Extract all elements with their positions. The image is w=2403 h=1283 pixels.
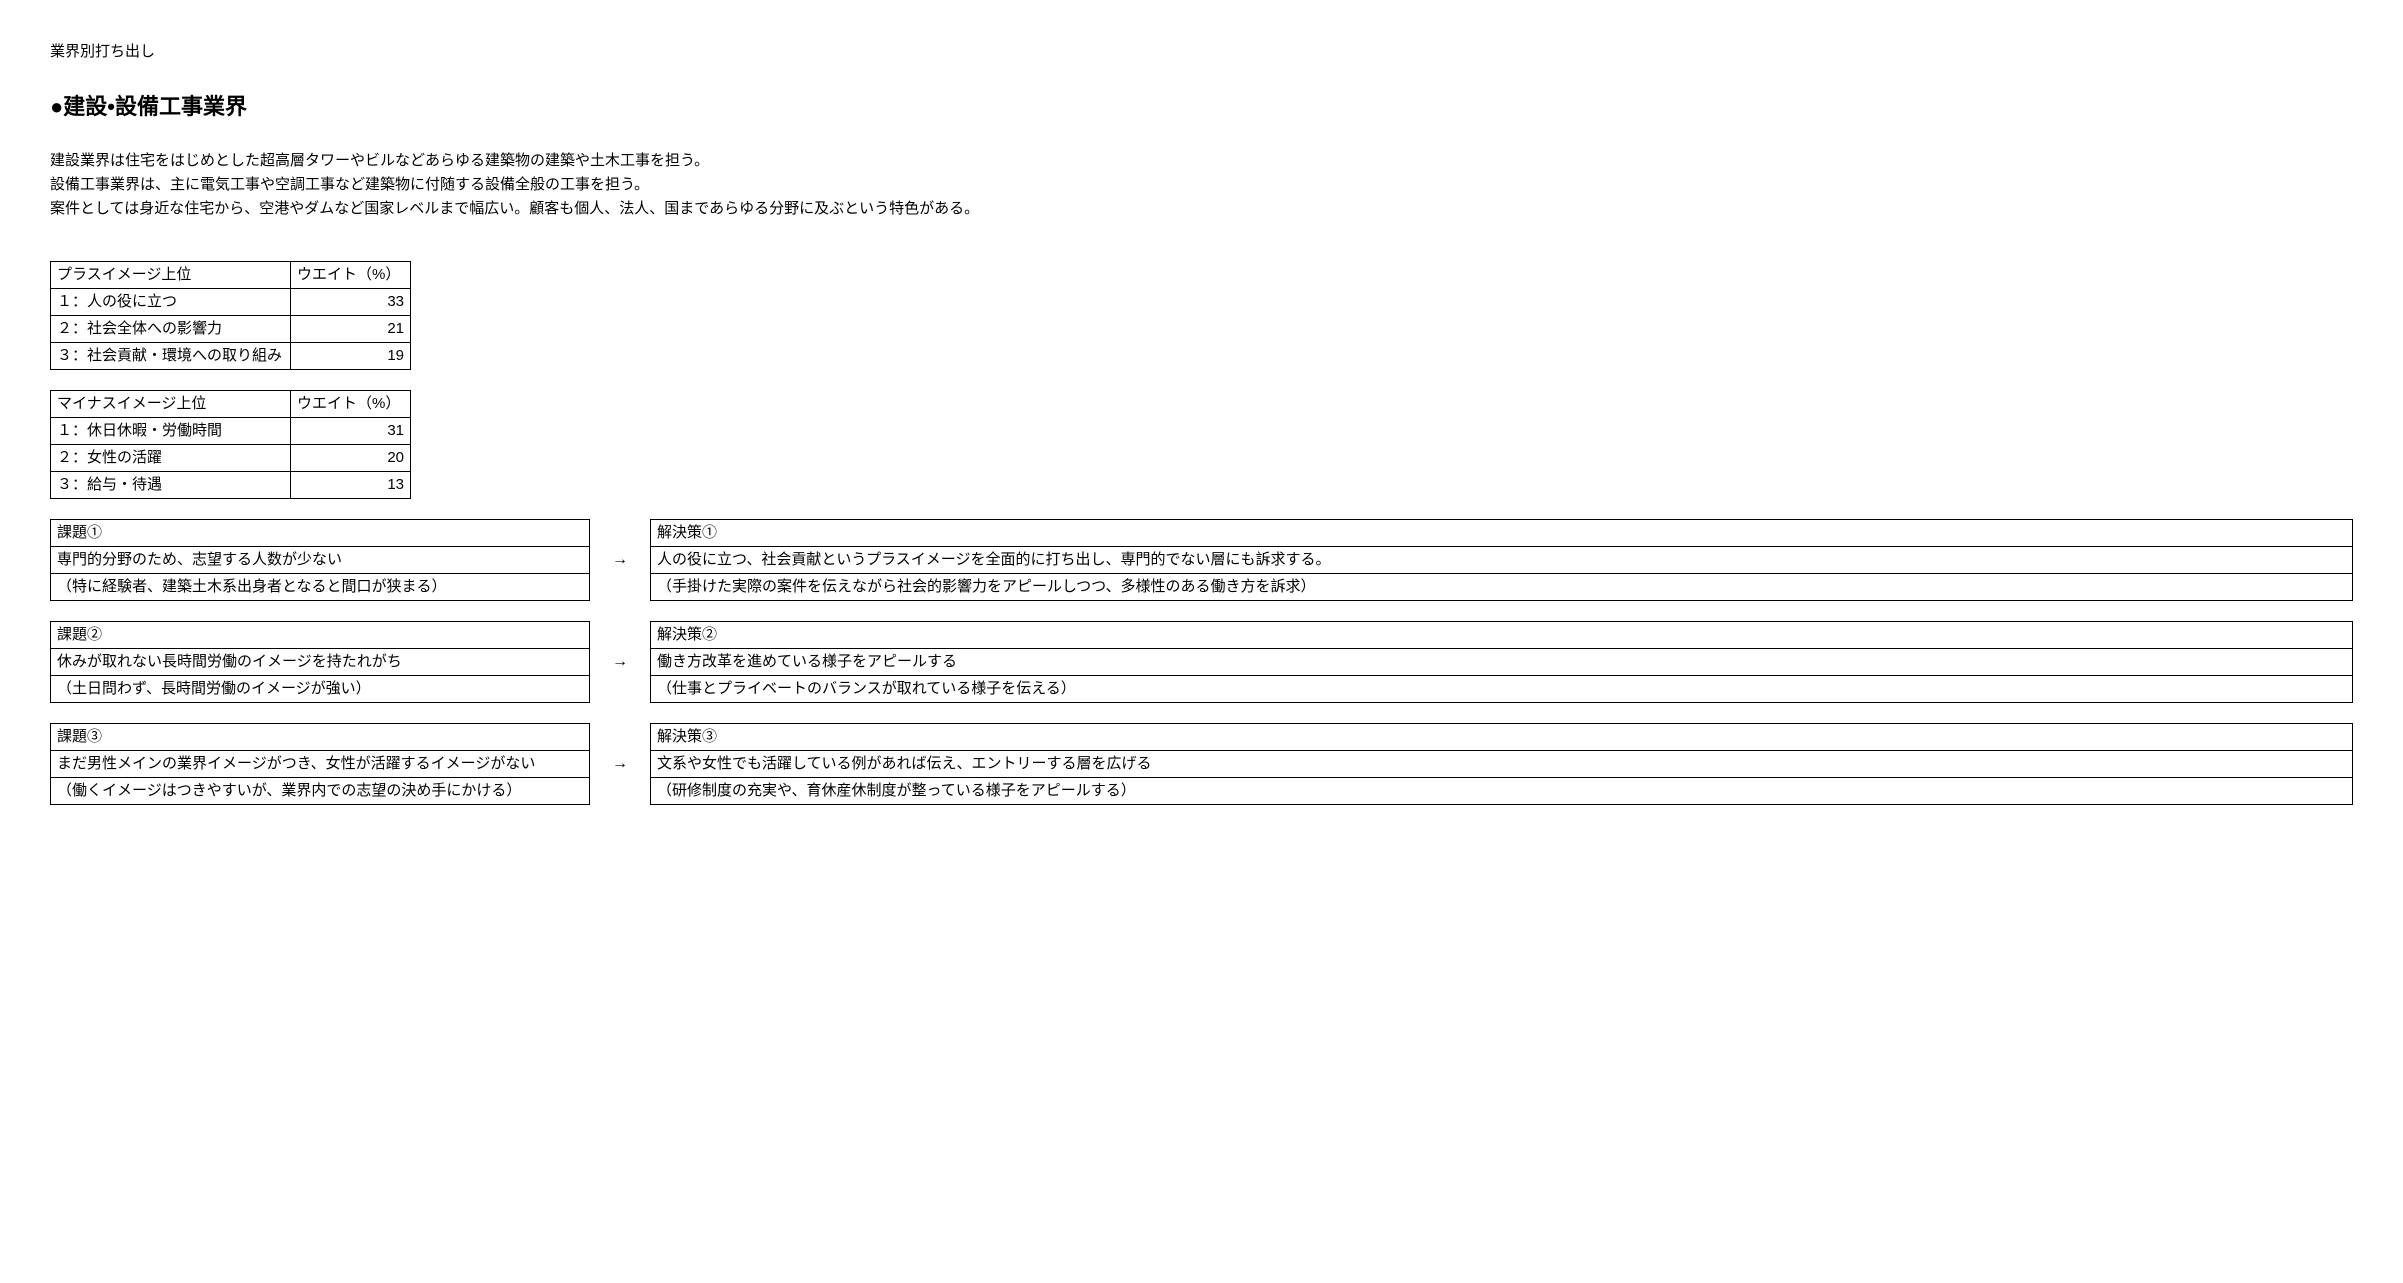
intro-line: 設備工事業界は、主に電気工事や空調工事など建築物に付随する設備全般の工事を担う。 (50, 173, 2353, 197)
issue-line: （土日問わず、長時間労働のイメージが強い） (51, 675, 589, 702)
table-row: ３：社会貢献・環境への取り組み 19 (51, 343, 411, 370)
issues-block: 課題① 専門的分野のため、志望する人数が少ない （特に経験者、建築土木系出身者と… (50, 519, 2353, 805)
issue-box: 課題② 休みが取れない長時間労働のイメージを持たれがち （土日問わず、長時間労働… (50, 621, 590, 703)
solution-box: 解決策② 働き方改革を進めている様子をアピールする （仕事とプライベートのバラン… (650, 621, 2353, 703)
table-cell-weight: 19 (291, 343, 411, 370)
solution-line: （仕事とプライベートのバランスが取れている様子を伝える） (651, 675, 2352, 702)
issue-title: 課題② (51, 622, 589, 648)
table-row: ２：社会全体への影響力 21 (51, 316, 411, 343)
issue-line: 休みが取れない長時間労働のイメージを持たれがち (51, 648, 589, 675)
section-heading: ●建設•設備工事業界 (50, 89, 2353, 124)
issue-box: 課題① 専門的分野のため、志望する人数が少ない （特に経験者、建築土木系出身者と… (50, 519, 590, 601)
table-cell-label: ２：女性の活躍 (51, 445, 291, 472)
table-cell-label: ３：社会貢献・環境への取り組み (51, 343, 291, 370)
intro-line: 案件としては身近な住宅から、空港やダムなど国家レベルまで幅広い。顧客も個人、法人… (50, 197, 2353, 221)
table-cell-weight: 21 (291, 316, 411, 343)
table-cell-weight: 20 (291, 445, 411, 472)
issue-row: 課題③ まだ男性メインの業界イメージがつき、女性が活躍するイメージがない （働く… (50, 723, 2353, 805)
solution-box: 解決策① 人の役に立つ、社会貢献というプラスイメージを全面的に打ち出し、専門的で… (650, 519, 2353, 601)
solution-line: （研修制度の充実や、育休産休制度が整っている様子をアピールする） (651, 777, 2352, 804)
issue-line: まだ男性メインの業界イメージがつき、女性が活躍するイメージがない (51, 750, 589, 777)
table-row: １：人の役に立つ 33 (51, 289, 411, 316)
solution-line: 文系や女性でも活躍している例があれば伝え、エントリーする層を広げる (651, 750, 2352, 777)
table-header-label: マイナスイメージ上位 (51, 391, 291, 418)
table-header-label: プラスイメージ上位 (51, 262, 291, 289)
issue-title: 課題③ (51, 724, 589, 750)
issue-row: 課題① 専門的分野のため、志望する人数が少ない （特に経験者、建築土木系出身者と… (50, 519, 2353, 601)
solution-title: 解決策② (651, 622, 2352, 648)
issue-line: （働くイメージはつきやすいが、業界内での志望の決め手にかける） (51, 777, 589, 804)
issue-row: 課題② 休みが取れない長時間労働のイメージを持たれがち （土日問わず、長時間労働… (50, 621, 2353, 703)
solution-line: 人の役に立つ、社会貢献というプラスイメージを全面的に打ち出し、専門的でない層にも… (651, 546, 2352, 573)
table-cell-label: １：人の役に立つ (51, 289, 291, 316)
solution-title: 解決策③ (651, 724, 2352, 750)
solution-line: （手掛けた実際の案件を伝えながら社会的影響力をアピールしつつ、多様性のある働き方… (651, 573, 2352, 600)
solution-title: 解決策① (651, 520, 2352, 546)
issue-box: 課題③ まだ男性メインの業界イメージがつき、女性が活躍するイメージがない （働く… (50, 723, 590, 805)
table-row: ３：給与・待遇 13 (51, 472, 411, 499)
positive-image-table: プラスイメージ上位 ウエイト（%） １：人の役に立つ 33 ２：社会全体への影響… (50, 261, 411, 370)
table-cell-weight: 13 (291, 472, 411, 499)
issue-line: （特に経験者、建築土木系出身者となると間口が狭まる） (51, 573, 589, 600)
table-header-weight: ウエイト（%） (291, 262, 411, 289)
table-cell-label: ２：社会全体への影響力 (51, 316, 291, 343)
table-cell-label: １：休日休暇・労働時間 (51, 418, 291, 445)
solution-box: 解決策③ 文系や女性でも活躍している例があれば伝え、エントリーする層を広げる （… (650, 723, 2353, 805)
table-row: ２：女性の活躍 20 (51, 445, 411, 472)
table-cell-label: ３：給与・待遇 (51, 472, 291, 499)
intro-block: 建設業界は住宅をはじめとした超高層タワーやビルなどあらゆる建築物の建築や土木工事… (50, 149, 2353, 221)
solution-line: 働き方改革を進めている様子をアピールする (651, 648, 2352, 675)
table-row: １：休日休暇・労働時間 31 (51, 418, 411, 445)
arrow-icon: → (600, 649, 640, 675)
issue-line: 専門的分野のため、志望する人数が少ない (51, 546, 589, 573)
arrow-icon: → (600, 751, 640, 777)
table-cell-weight: 33 (291, 289, 411, 316)
negative-image-table: マイナスイメージ上位 ウエイト（%） １：休日休暇・労働時間 31 ２：女性の活… (50, 390, 411, 499)
intro-line: 建設業界は住宅をはじめとした超高層タワーやビルなどあらゆる建築物の建築や土木工事… (50, 149, 2353, 173)
arrow-icon: → (600, 547, 640, 573)
table-cell-weight: 31 (291, 418, 411, 445)
table-header-weight: ウエイト（%） (291, 391, 411, 418)
issue-title: 課題① (51, 520, 589, 546)
page-label: 業界別打ち出し (50, 40, 2353, 64)
